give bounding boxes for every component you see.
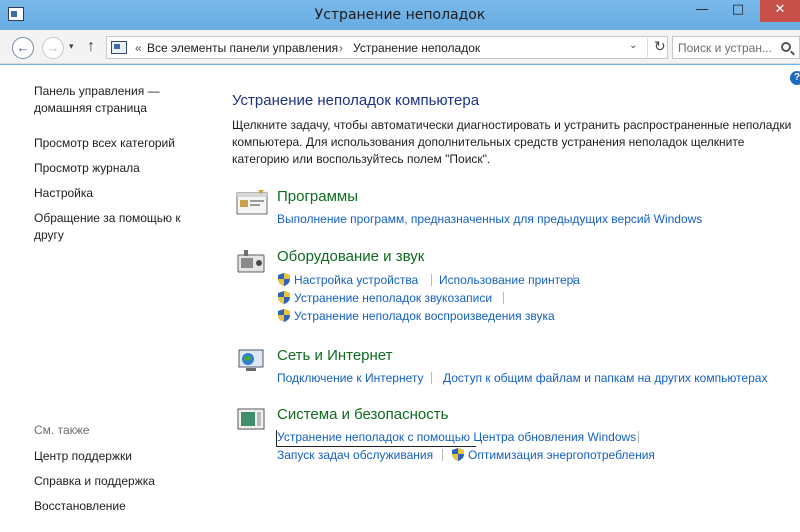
breadcrumb-chevron-right-icon[interactable]: › — [339, 41, 343, 55]
search-icon[interactable] — [781, 42, 791, 52]
recovery-link[interactable]: Восстановление — [34, 498, 126, 515]
help-and-support-link[interactable]: Справка и поддержка — [34, 473, 155, 490]
recording-audio-link[interactable]: Устранение неполадок звукозаписи — [294, 291, 492, 305]
search-box[interactable] — [672, 36, 800, 59]
remote-assistance-link[interactable]: Обращение за помощью к другу — [34, 210, 181, 244]
link-separator — [638, 431, 639, 443]
configure-device-link[interactable]: Настройка устройства — [294, 273, 418, 287]
breadcrumb-overflow-icon[interactable]: « — [135, 41, 142, 55]
hardware-sound-icon — [237, 250, 265, 273]
page-title: Устранение неполадок компьютера — [232, 92, 480, 109]
view-history-link[interactable]: Просмотр журнала — [34, 160, 140, 177]
network-icon — [238, 349, 264, 371]
link-separator — [431, 372, 432, 384]
up-arrow-icon[interactable]: ↑ — [87, 38, 95, 56]
category-network-title[interactable]: Сеть и Интернет — [277, 347, 393, 364]
link-separator — [442, 449, 443, 461]
address-dropdown-chevron-down-icon[interactable]: ⌄ — [629, 40, 637, 51]
see-also-heading: См. также — [34, 423, 90, 437]
breadcrumb-all-control-panel-items[interactable]: Все элементы панели управления — [147, 41, 338, 55]
remote-assistance-line1: Обращение за помощью к — [34, 211, 181, 225]
link-separator — [431, 274, 432, 286]
program-compatibility-link[interactable]: Выполнение программ, предназначенных для… — [277, 212, 702, 226]
uac-shield-icon — [278, 291, 290, 304]
back-button[interactable]: ← — [12, 37, 34, 59]
shared-folders-link[interactable]: Доступ к общим файлам и папкам на других… — [443, 371, 767, 385]
internet-connections-link[interactable]: Подключение к Интернету — [277, 371, 424, 385]
system-security-icon — [237, 408, 265, 430]
uac-shield-icon — [278, 273, 290, 286]
power-optimization-link[interactable]: Оптимизация энергопотребления — [468, 448, 655, 462]
programs-icon — [236, 190, 268, 215]
control-panel-home-line2: домашняя страница — [34, 101, 147, 115]
action-center-link[interactable]: Центр поддержки — [34, 448, 132, 465]
content-area: ? Панель управления — домашняя страница … — [0, 65, 800, 532]
view-all-categories-link[interactable]: Просмотр всех категорий — [34, 135, 175, 152]
address-bar[interactable]: « Все элементы панели управления › Устра… — [106, 36, 668, 59]
link-separator — [503, 292, 504, 304]
title-bar: Устранение неполадок — □ ✕ — [0, 0, 800, 30]
playing-audio-link[interactable]: Устранение неполадок воспроизведения зву… — [294, 309, 555, 323]
category-programs-title[interactable]: Программы — [277, 188, 358, 205]
link-separator — [573, 274, 574, 286]
control-panel-home-link[interactable]: Панель управления — домашняя страница — [34, 83, 160, 117]
maintenance-tasks-link[interactable]: Запуск задач обслуживания — [277, 448, 433, 462]
uac-shield-icon — [278, 309, 290, 322]
minimize-button[interactable]: — — [688, 0, 716, 22]
breadcrumb-troubleshooting[interactable]: Устранение неполадок — [353, 41, 480, 55]
search-input[interactable] — [678, 40, 778, 56]
window-title: Устранение неполадок — [314, 7, 486, 23]
category-system-security-title[interactable]: Система и безопасность — [277, 406, 448, 423]
category-hardware-sound-title[interactable]: Оборудование и звук — [277, 248, 424, 265]
control-panel-home-line1: Панель управления — — [34, 84, 160, 98]
recent-locations-chevron-down-icon[interactable]: ▾ — [69, 41, 74, 52]
use-printer-link[interactable]: Использование принтера — [439, 273, 580, 287]
intro-text: Щелкните задачу, чтобы автоматически диа… — [232, 118, 792, 166]
remote-assistance-line2: другу — [34, 228, 64, 242]
uac-shield-icon — [452, 448, 464, 461]
help-icon[interactable]: ? — [790, 71, 800, 85]
settings-link[interactable]: Настройка — [34, 185, 93, 202]
forward-button[interactable]: → — [42, 37, 64, 59]
control-panel-location-icon — [111, 41, 127, 54]
maximize-button[interactable]: □ — [724, 0, 752, 22]
windows-update-link[interactable]: Устранение неполадок с помощью Центра об… — [277, 430, 636, 444]
close-button[interactable]: ✕ — [760, 0, 800, 22]
address-toolbar: ← → ▾ ↑ « Все элементы панели управления… — [0, 30, 800, 64]
refresh-icon[interactable]: ↻ — [647, 38, 666, 57]
